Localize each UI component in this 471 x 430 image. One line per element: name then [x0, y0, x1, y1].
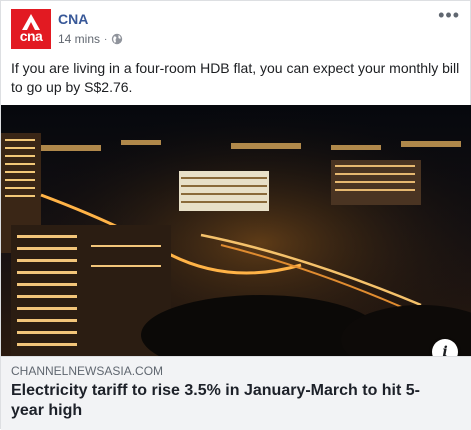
- link-preview[interactable]: CHANNELNEWSASIA.COM Electricity tariff t…: [1, 356, 471, 430]
- link-preview-image[interactable]: [1, 105, 471, 356]
- post-text: If you are living in a four-room HDB fla…: [11, 60, 460, 95]
- more-options-button[interactable]: •••: [438, 6, 460, 24]
- facebook-post: cna CNA 14 mins · ••• If you are living …: [0, 0, 471, 430]
- page-avatar[interactable]: cna: [11, 9, 51, 49]
- globe-icon[interactable]: [111, 33, 123, 45]
- link-headline[interactable]: Electricity tariff to rise 3.5% in Janua…: [11, 381, 451, 421]
- post-meta: 14 mins ·: [58, 32, 123, 46]
- post-header: cna CNA 14 mins · •••: [1, 1, 471, 55]
- meta-separator: ·: [104, 33, 108, 45]
- avatar-logo-text: cna: [19, 28, 43, 44]
- link-domain: CHANNELNEWSASIA.COM: [11, 364, 164, 378]
- page-name-link[interactable]: CNA: [58, 11, 88, 27]
- timestamp-link[interactable]: 14 mins: [58, 32, 100, 46]
- night-city-photo: [1, 105, 471, 356]
